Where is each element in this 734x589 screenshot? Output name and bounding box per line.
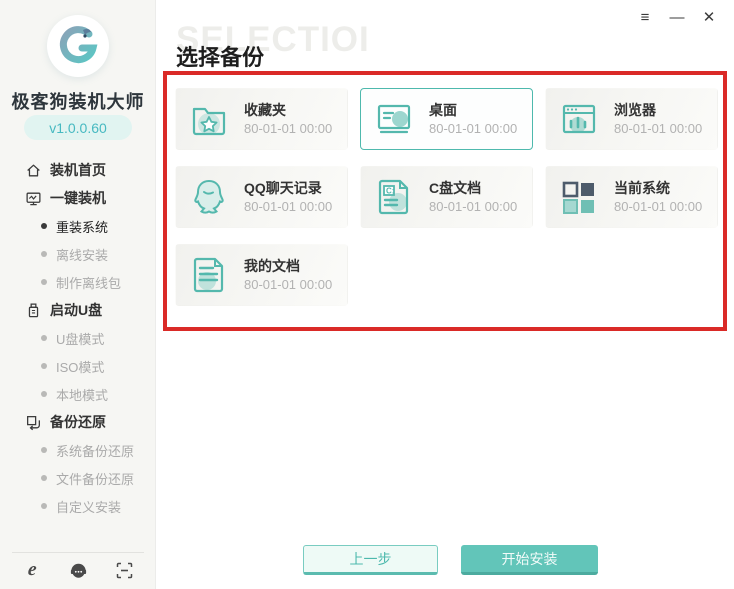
backup-card-grid: 收藏夹 80-01-01 00:00 桌面 80-01-01 00:00 浏览器… <box>175 88 720 306</box>
backup-restore-icon <box>27 415 40 430</box>
backup-card-date: 80-01-01 00:00 <box>614 121 703 136</box>
backup-card-title: 我的文档 <box>244 258 300 274</box>
internet-explorer-icon[interactable]: e <box>22 559 42 580</box>
backup-card-title: C盘文档 <box>429 180 482 196</box>
bullet-icon <box>41 503 47 509</box>
backup-card-date: 80-01-01 00:00 <box>244 277 333 292</box>
app-name: 极客狗装机大师 <box>11 92 145 112</box>
sidebar-item-label: 启动U盘 <box>50 302 103 318</box>
backup-card-my-documents[interactable]: 我的文档 80-01-01 00:00 <box>175 244 348 306</box>
backup-card-date: 80-01-01 00:00 <box>429 121 518 136</box>
bullet-icon <box>41 363 47 369</box>
sidebar-item-iso-mode[interactable]: ISO模式 <box>0 352 156 380</box>
close-icon[interactable]: ✕ <box>698 6 720 28</box>
main-panel: ≡ — ✕ SELECTIOI 选择备份 收藏夹 80-01-01 00:00 <box>156 0 734 589</box>
usb-drive-icon <box>28 302 39 317</box>
bullet-icon <box>41 475 47 481</box>
sidebar-item-label: 文件备份还原 <box>56 471 135 487</box>
backup-card-browser[interactable]: 浏览器 80-01-01 00:00 <box>545 88 718 150</box>
backup-card-favorites[interactable]: 收藏夹 80-01-01 00:00 <box>175 88 348 150</box>
bullet-icon <box>41 391 47 397</box>
sidebar: 极客狗装机大师 v1.0.0.60 装机首页 一键装机 重装系统 离线安装 制作… <box>0 0 156 589</box>
browser-icon <box>562 104 596 134</box>
app-logo <box>47 15 109 77</box>
sidebar-item-label: 装机首页 <box>50 162 106 178</box>
backup-card-title: 浏览器 <box>614 102 656 118</box>
sidebar-item-backup-restore[interactable]: 备份还原 <box>0 408 156 436</box>
page-title: 选择备份 <box>176 45 265 70</box>
home-icon <box>27 164 40 176</box>
sidebar-item-label: 制作离线包 <box>56 275 122 291</box>
sidebar-item-label: ISO模式 <box>56 359 105 375</box>
sidebar-item-file-backup-restore[interactable]: 文件备份还原 <box>0 464 156 492</box>
sidebar-item-label: 备份还原 <box>50 414 106 430</box>
sidebar-item-offline-install[interactable]: 离线安装 <box>0 240 156 268</box>
backup-card-title: 桌面 <box>429 102 457 118</box>
backup-card-date: 80-01-01 00:00 <box>429 199 518 214</box>
sidebar-item-boot-usb[interactable]: 启动U盘 <box>0 296 156 324</box>
sidebar-item-reinstall-system[interactable]: 重装系统 <box>0 212 156 240</box>
backup-card-date: 80-01-01 00:00 <box>244 121 333 136</box>
sidebar-item-label: 系统备份还原 <box>56 443 135 459</box>
bullet-icon <box>41 251 47 257</box>
sidebar-item-label: 离线安装 <box>56 247 109 263</box>
window-controls: ≡ — ✕ <box>634 6 720 28</box>
svg-text:C:: C: <box>386 187 394 196</box>
backup-card-c-drive-docs[interactable]: C: C盘文档 80-01-01 00:00 <box>360 166 533 228</box>
backup-card-title: 收藏夹 <box>244 102 286 118</box>
menu-icon[interactable]: ≡ <box>634 6 656 28</box>
sidebar-item-label: U盘模式 <box>56 331 105 347</box>
backup-card-date: 80-01-01 00:00 <box>244 199 333 214</box>
customer-service-headset-icon[interactable] <box>68 560 88 580</box>
sidebar-item-usb-mode[interactable]: U盘模式 <box>0 324 156 352</box>
backup-card-date: 80-01-01 00:00 <box>614 199 703 214</box>
my-documents-icon <box>193 257 224 293</box>
bullet-icon <box>41 279 47 285</box>
sidebar-item-label: 重装系统 <box>56 219 109 235</box>
qr-scan-icon[interactable] <box>114 560 134 580</box>
sidebar-item-label: 本地模式 <box>56 387 109 403</box>
sidebar-item-label: 自定义安装 <box>56 499 122 515</box>
previous-step-button[interactable]: 上一步 <box>303 545 438 575</box>
backup-card-current-system[interactable]: 当前系统 80-01-01 00:00 <box>545 166 718 228</box>
c-drive-doc-icon: C: <box>378 179 409 215</box>
sidebar-item-make-offline-pack[interactable]: 制作离线包 <box>0 268 156 296</box>
backup-card-title: 当前系统 <box>614 180 670 196</box>
sidebar-footer-divider <box>12 552 144 553</box>
sidebar-item-custom-install[interactable]: 自定义安装 <box>0 492 156 520</box>
bullet-icon <box>41 335 47 341</box>
backup-card-desktop[interactable]: 桌面 80-01-01 00:00 <box>360 88 533 150</box>
start-install-button[interactable]: 开始安装 <box>461 545 598 575</box>
sidebar-footer: e <box>0 555 156 585</box>
desktop-icon <box>377 104 411 134</box>
sidebar-nav: 装机首页 一键装机 重装系统 离线安装 制作离线包 启动U盘 U盘模式 ISO模… <box>0 156 156 520</box>
bullet-icon <box>41 223 47 229</box>
monitor-pulse-icon <box>26 192 41 205</box>
sidebar-item-label: 一键装机 <box>50 190 106 206</box>
seahorse-g-logo-icon <box>59 26 98 64</box>
bullet-icon <box>41 447 47 453</box>
sidebar-item-oneclick-install[interactable]: 一键装机 <box>0 184 156 212</box>
backup-card-title: QQ聊天记录 <box>244 180 322 196</box>
version-badge: v1.0.0.60 <box>24 115 132 140</box>
backup-card-qq-history[interactable]: QQ聊天记录 80-01-01 00:00 <box>175 166 348 228</box>
sidebar-item-local-mode[interactable]: 本地模式 <box>0 380 156 408</box>
favorites-folder-icon <box>192 107 226 136</box>
minimize-icon[interactable]: — <box>666 6 688 28</box>
sidebar-item-home[interactable]: 装机首页 <box>0 156 156 184</box>
app-window: 极客狗装机大师 v1.0.0.60 装机首页 一键装机 重装系统 离线安装 制作… <box>0 0 734 589</box>
current-system-icon <box>562 181 594 214</box>
footer-buttons: 上一步 开始安装 <box>156 545 734 575</box>
sidebar-item-system-backup-restore[interactable]: 系统备份还原 <box>0 436 156 464</box>
qq-icon <box>194 179 224 214</box>
